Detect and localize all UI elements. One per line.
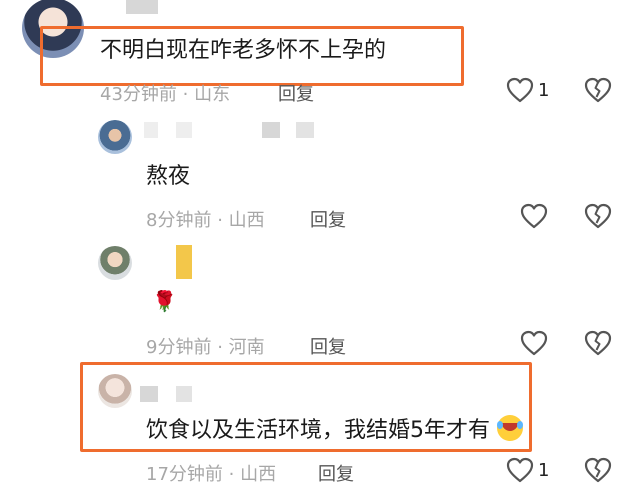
username-block[interactable]	[126, 0, 158, 14]
comment-text: 饮食以及生活环境，我结婚5年才有	[146, 415, 523, 445]
comment-time: 9分钟前	[146, 337, 212, 358]
heart-icon[interactable]	[520, 203, 548, 229]
comment-meta: 8分钟前 · 山西	[146, 206, 265, 232]
broken-heart-icon[interactable]	[584, 77, 612, 103]
rose-emoji: 🌹	[152, 289, 177, 313]
username-block[interactable]	[176, 386, 192, 402]
username-block[interactable]	[296, 122, 314, 138]
heart-icon[interactable]	[506, 457, 534, 483]
comment-location: 河南	[228, 337, 265, 358]
meta-separator: ·	[228, 464, 235, 485]
heart-icon[interactable]	[506, 77, 534, 103]
comment-text-content: 饮食以及生活环境，我结婚5年才有	[146, 418, 490, 443]
avatar[interactable]	[98, 246, 132, 280]
crying-laughing-emoji	[497, 415, 523, 441]
comment-time: 43分钟前	[100, 84, 177, 105]
comment-location: 山西	[240, 464, 277, 485]
username-block[interactable]	[176, 245, 192, 279]
username-block[interactable]	[140, 386, 158, 402]
reply-button[interactable]: 回复	[310, 206, 346, 232]
meta-separator: ·	[182, 84, 189, 105]
reply-button[interactable]: 回复	[310, 333, 346, 359]
heart-icon[interactable]	[520, 330, 548, 356]
avatar[interactable]	[98, 120, 132, 154]
comment-location: 山西	[228, 210, 265, 231]
comment-location: 山东	[194, 84, 231, 105]
comment-meta: 17分钟前 · 山西	[146, 460, 276, 486]
reply-button[interactable]: 回复	[318, 460, 354, 486]
avatar[interactable]	[98, 374, 132, 408]
comment-meta: 43分钟前 · 山东	[100, 80, 230, 106]
comment-time: 8分钟前	[146, 210, 212, 231]
comment-time: 17分钟前	[146, 464, 223, 485]
comment-text: 不明白现在咋老多怀不上孕的	[100, 38, 387, 63]
username-block[interactable]	[176, 122, 192, 138]
comment-text: 熬夜	[146, 164, 191, 189]
username-block[interactable]	[262, 122, 280, 138]
reply-button[interactable]: 回复	[278, 80, 314, 106]
meta-separator: ·	[217, 337, 223, 358]
like-count: 1	[538, 460, 550, 481]
broken-heart-icon[interactable]	[584, 330, 612, 356]
username-block[interactable]	[144, 122, 158, 138]
comment-meta: 9分钟前 · 河南	[146, 333, 265, 359]
meta-separator: ·	[217, 210, 223, 231]
like-count: 1	[538, 80, 550, 101]
broken-heart-icon[interactable]	[584, 457, 612, 483]
broken-heart-icon[interactable]	[584, 203, 612, 229]
